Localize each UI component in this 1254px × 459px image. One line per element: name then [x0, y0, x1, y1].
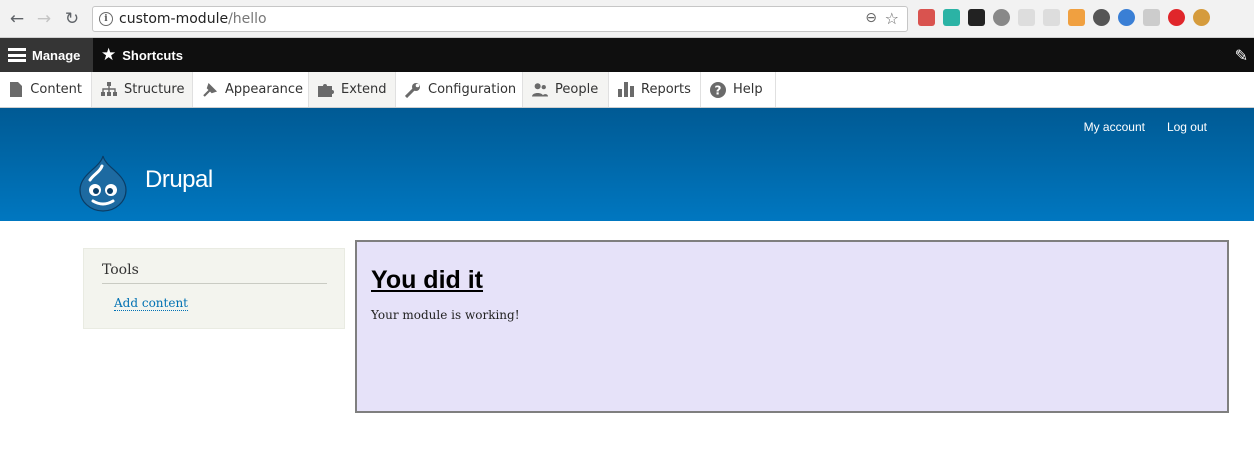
menu-item-content[interactable]: Content: [0, 72, 92, 107]
menu-item-label: People: [555, 82, 599, 97]
extension-share-icon[interactable]: [943, 9, 960, 26]
menu-item-label: Structure: [124, 82, 185, 97]
extension-gear-icon[interactable]: [993, 9, 1010, 26]
shortcuts-tab[interactable]: ★ Shortcuts: [101, 38, 183, 72]
sitemap-icon: [101, 82, 117, 98]
menu-item-extend[interactable]: Extend: [309, 72, 396, 107]
secondary-menu: My account Log out: [1084, 120, 1207, 134]
extension-cookie-icon[interactable]: [1193, 9, 1210, 26]
menu-item-configuration[interactable]: Configuration: [396, 72, 523, 107]
extension-clock-icon[interactable]: [1093, 9, 1110, 26]
url-text[interactable]: custom-module/hello: [119, 11, 267, 27]
menu-item-label: Reports: [641, 82, 691, 97]
shortcuts-label: Shortcuts: [122, 47, 183, 63]
back-arrow-icon[interactable]: ←: [6, 8, 28, 30]
site-header: My account Log out Drupal: [0, 108, 1254, 221]
extension-bird-icon[interactable]: [968, 9, 985, 26]
menu-item-reports[interactable]: Reports: [609, 72, 701, 107]
block-title: Tools: [102, 262, 139, 278]
menu-item-label: Help: [733, 82, 763, 97]
page-icon: [9, 82, 23, 98]
page-title: You did it: [371, 266, 484, 294]
my-account-link[interactable]: My account: [1084, 120, 1145, 134]
extension-opera-icon[interactable]: [1168, 9, 1185, 26]
extension-info-icon[interactable]: [1018, 9, 1035, 26]
reload-icon[interactable]: ↻: [61, 8, 83, 30]
menu-item-people[interactable]: People: [523, 72, 609, 107]
extension-mail-icon[interactable]: [918, 9, 935, 26]
extension-grid-icon[interactable]: [1143, 9, 1160, 26]
admin-menu-tray: Content Structure Appearance Extend Conf…: [0, 72, 1254, 108]
menu-item-appearance[interactable]: Appearance: [193, 72, 309, 107]
add-content-link[interactable]: Add content: [114, 296, 188, 311]
manage-label: Manage: [32, 47, 81, 63]
address-bar[interactable]: i custom-module/hello ⊖ ☆: [92, 6, 908, 32]
menu-item-label: Content: [30, 82, 82, 97]
log-out-link[interactable]: Log out: [1167, 120, 1207, 134]
zoom-icon[interactable]: ⊖: [865, 10, 877, 26]
menu-item-help[interactable]: ? Help: [701, 72, 776, 107]
extension-icons: [918, 9, 1210, 29]
info-icon[interactable]: i: [99, 12, 113, 26]
paint-brush-icon: [202, 82, 218, 98]
body-text: Your module is working!: [371, 308, 520, 322]
bookmark-star-icon[interactable]: ☆: [885, 9, 899, 28]
site-name[interactable]: Drupal: [145, 166, 213, 194]
menu-item-structure[interactable]: Structure: [92, 72, 193, 107]
forward-arrow-icon[interactable]: →: [33, 8, 55, 30]
drupal-logo[interactable]: [76, 154, 130, 212]
divider: [102, 283, 327, 284]
url-host: custom-module: [119, 11, 229, 27]
menu-item-label: Extend: [341, 82, 387, 97]
menu-icon: [8, 48, 26, 62]
people-icon: [532, 82, 548, 98]
tools-block: Tools Add content: [83, 248, 345, 329]
svg-text:?: ?: [715, 83, 722, 97]
pencil-icon[interactable]: ✎: [1235, 46, 1248, 65]
bar-chart-icon: [618, 82, 634, 98]
extension-g-icon[interactable]: [1043, 9, 1060, 26]
url-path: /hello: [228, 11, 267, 27]
menu-item-label: Configuration: [428, 82, 517, 97]
star-icon: ★: [101, 45, 117, 65]
admin-toolbar: Manage ★ Shortcuts ✎: [0, 38, 1254, 72]
puzzle-icon: [318, 82, 334, 98]
help-icon: ?: [710, 81, 726, 98]
manage-tab[interactable]: Manage: [0, 38, 93, 72]
menu-item-label: Appearance: [225, 82, 304, 97]
main-content: You did it Your module is working!: [355, 240, 1229, 413]
extension-tag-icon[interactable]: [1068, 9, 1085, 26]
browser-chrome: ← → ↻ i custom-module/hello ⊖ ☆: [0, 0, 1254, 38]
extension-globe-icon[interactable]: [1118, 9, 1135, 26]
wrench-icon: [405, 82, 421, 98]
